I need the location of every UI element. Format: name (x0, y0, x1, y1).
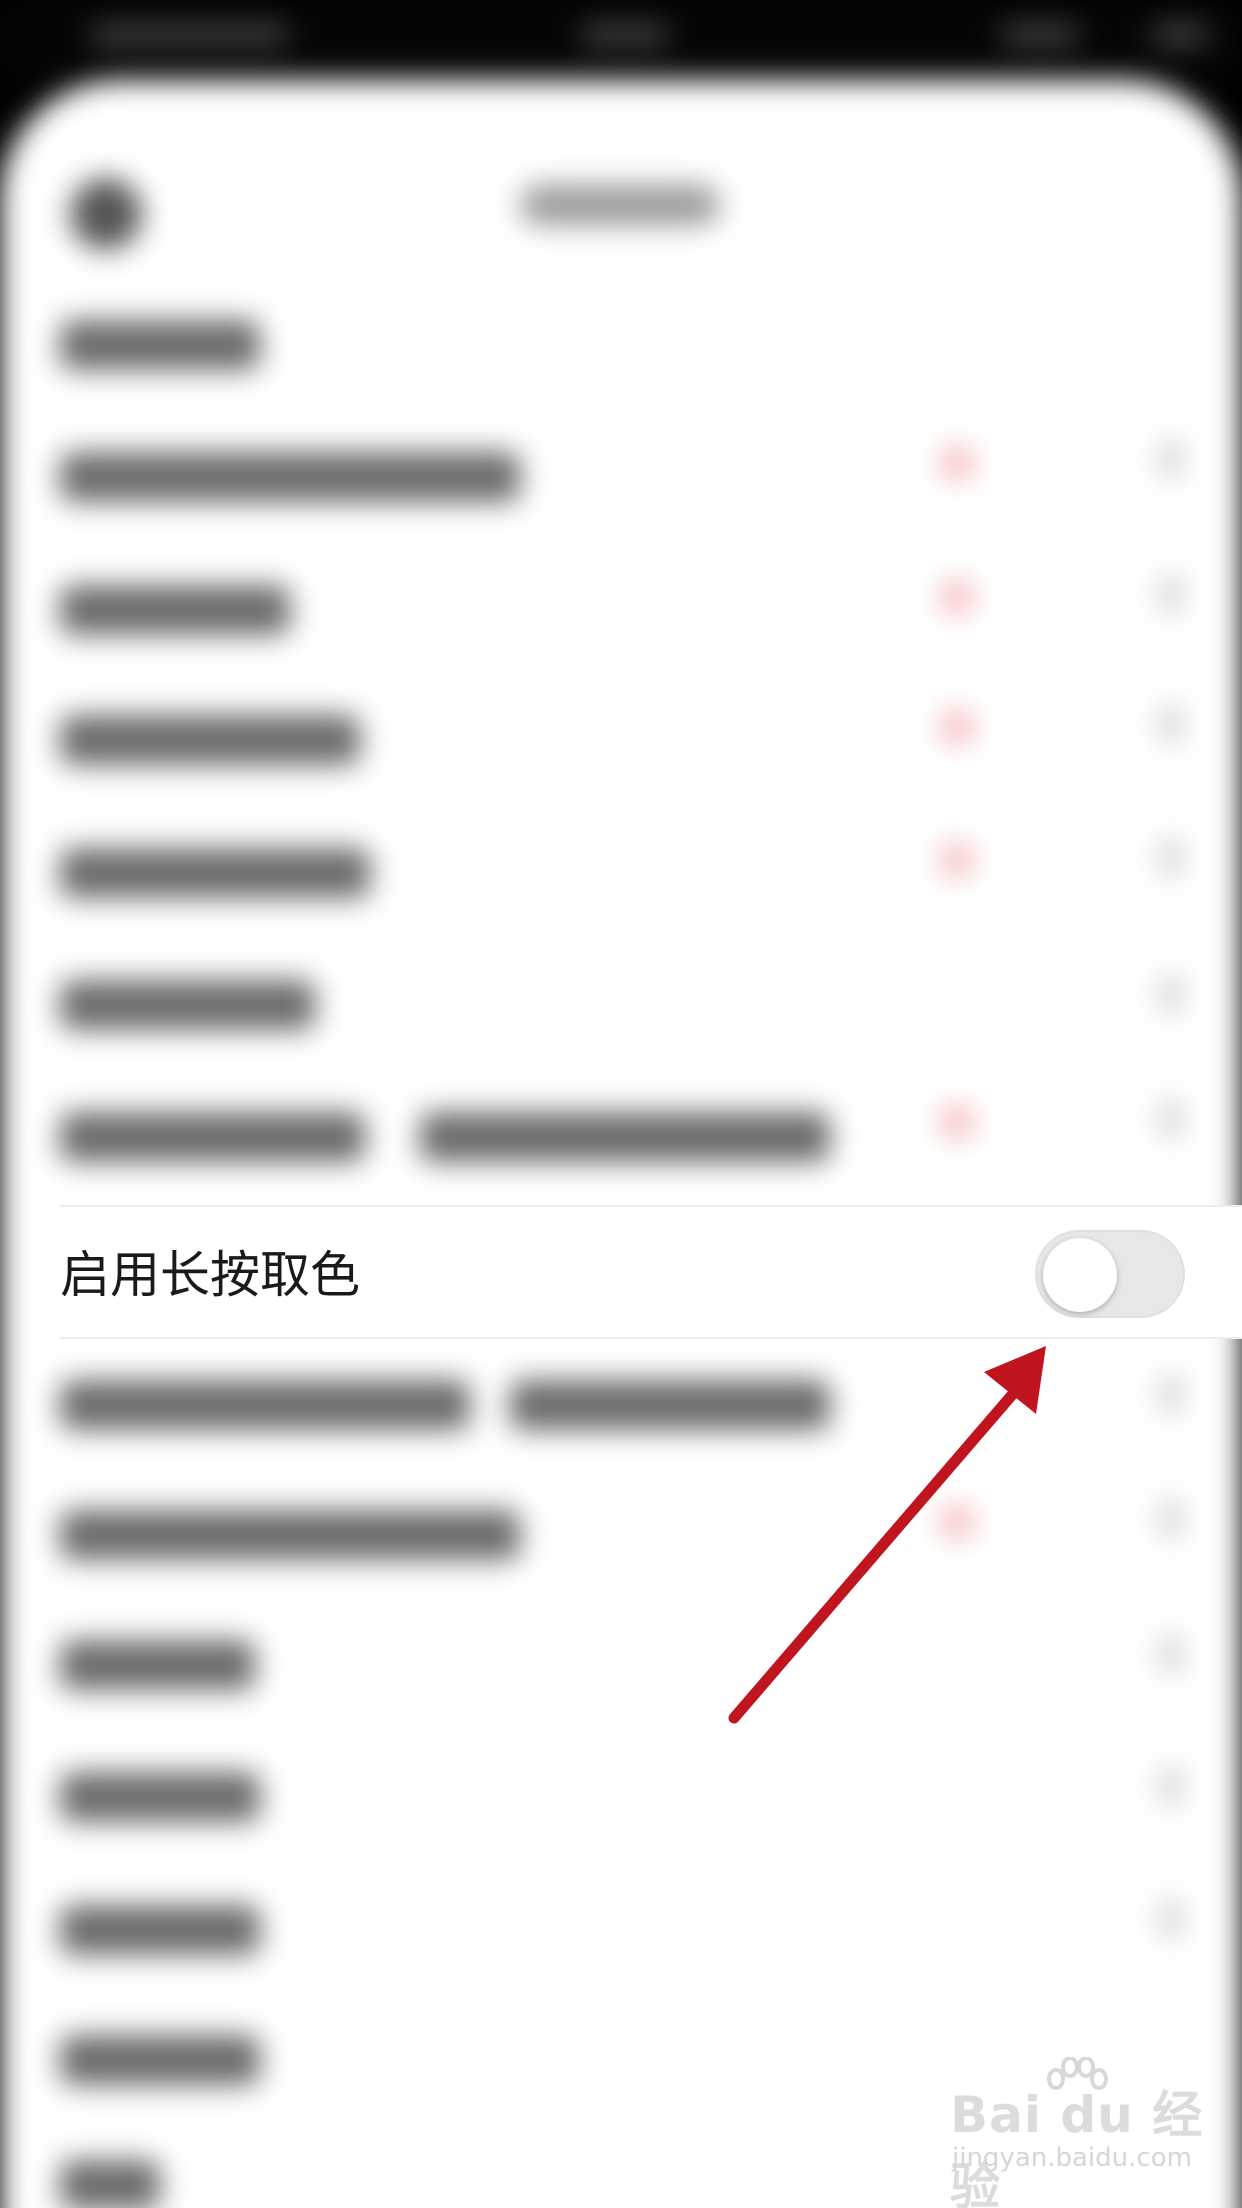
blurred-background (0, 0, 1242, 2208)
page-title (520, 185, 720, 225)
screen: 启用长按取色 Bai du 经验 jingyan.baidu.com (0, 0, 1242, 2208)
setting-row-long-press-color-pick[interactable]: 启用长按取色 (60, 1205, 1242, 1339)
status-bar (0, 0, 1242, 80)
watermark-brand: Bai du 经验 (950, 2086, 1204, 2208)
watermark-url: jingyan.baidu.com (952, 2143, 1192, 2173)
back-icon[interactable] (70, 178, 142, 250)
long-press-color-pick-toggle[interactable] (1035, 1230, 1185, 1318)
toggle-knob (1043, 1238, 1117, 1312)
watermark: Bai du 经验 jingyan.baidu.com (950, 2057, 1230, 2208)
setting-label: 启用长按取色 (60, 1246, 360, 1304)
